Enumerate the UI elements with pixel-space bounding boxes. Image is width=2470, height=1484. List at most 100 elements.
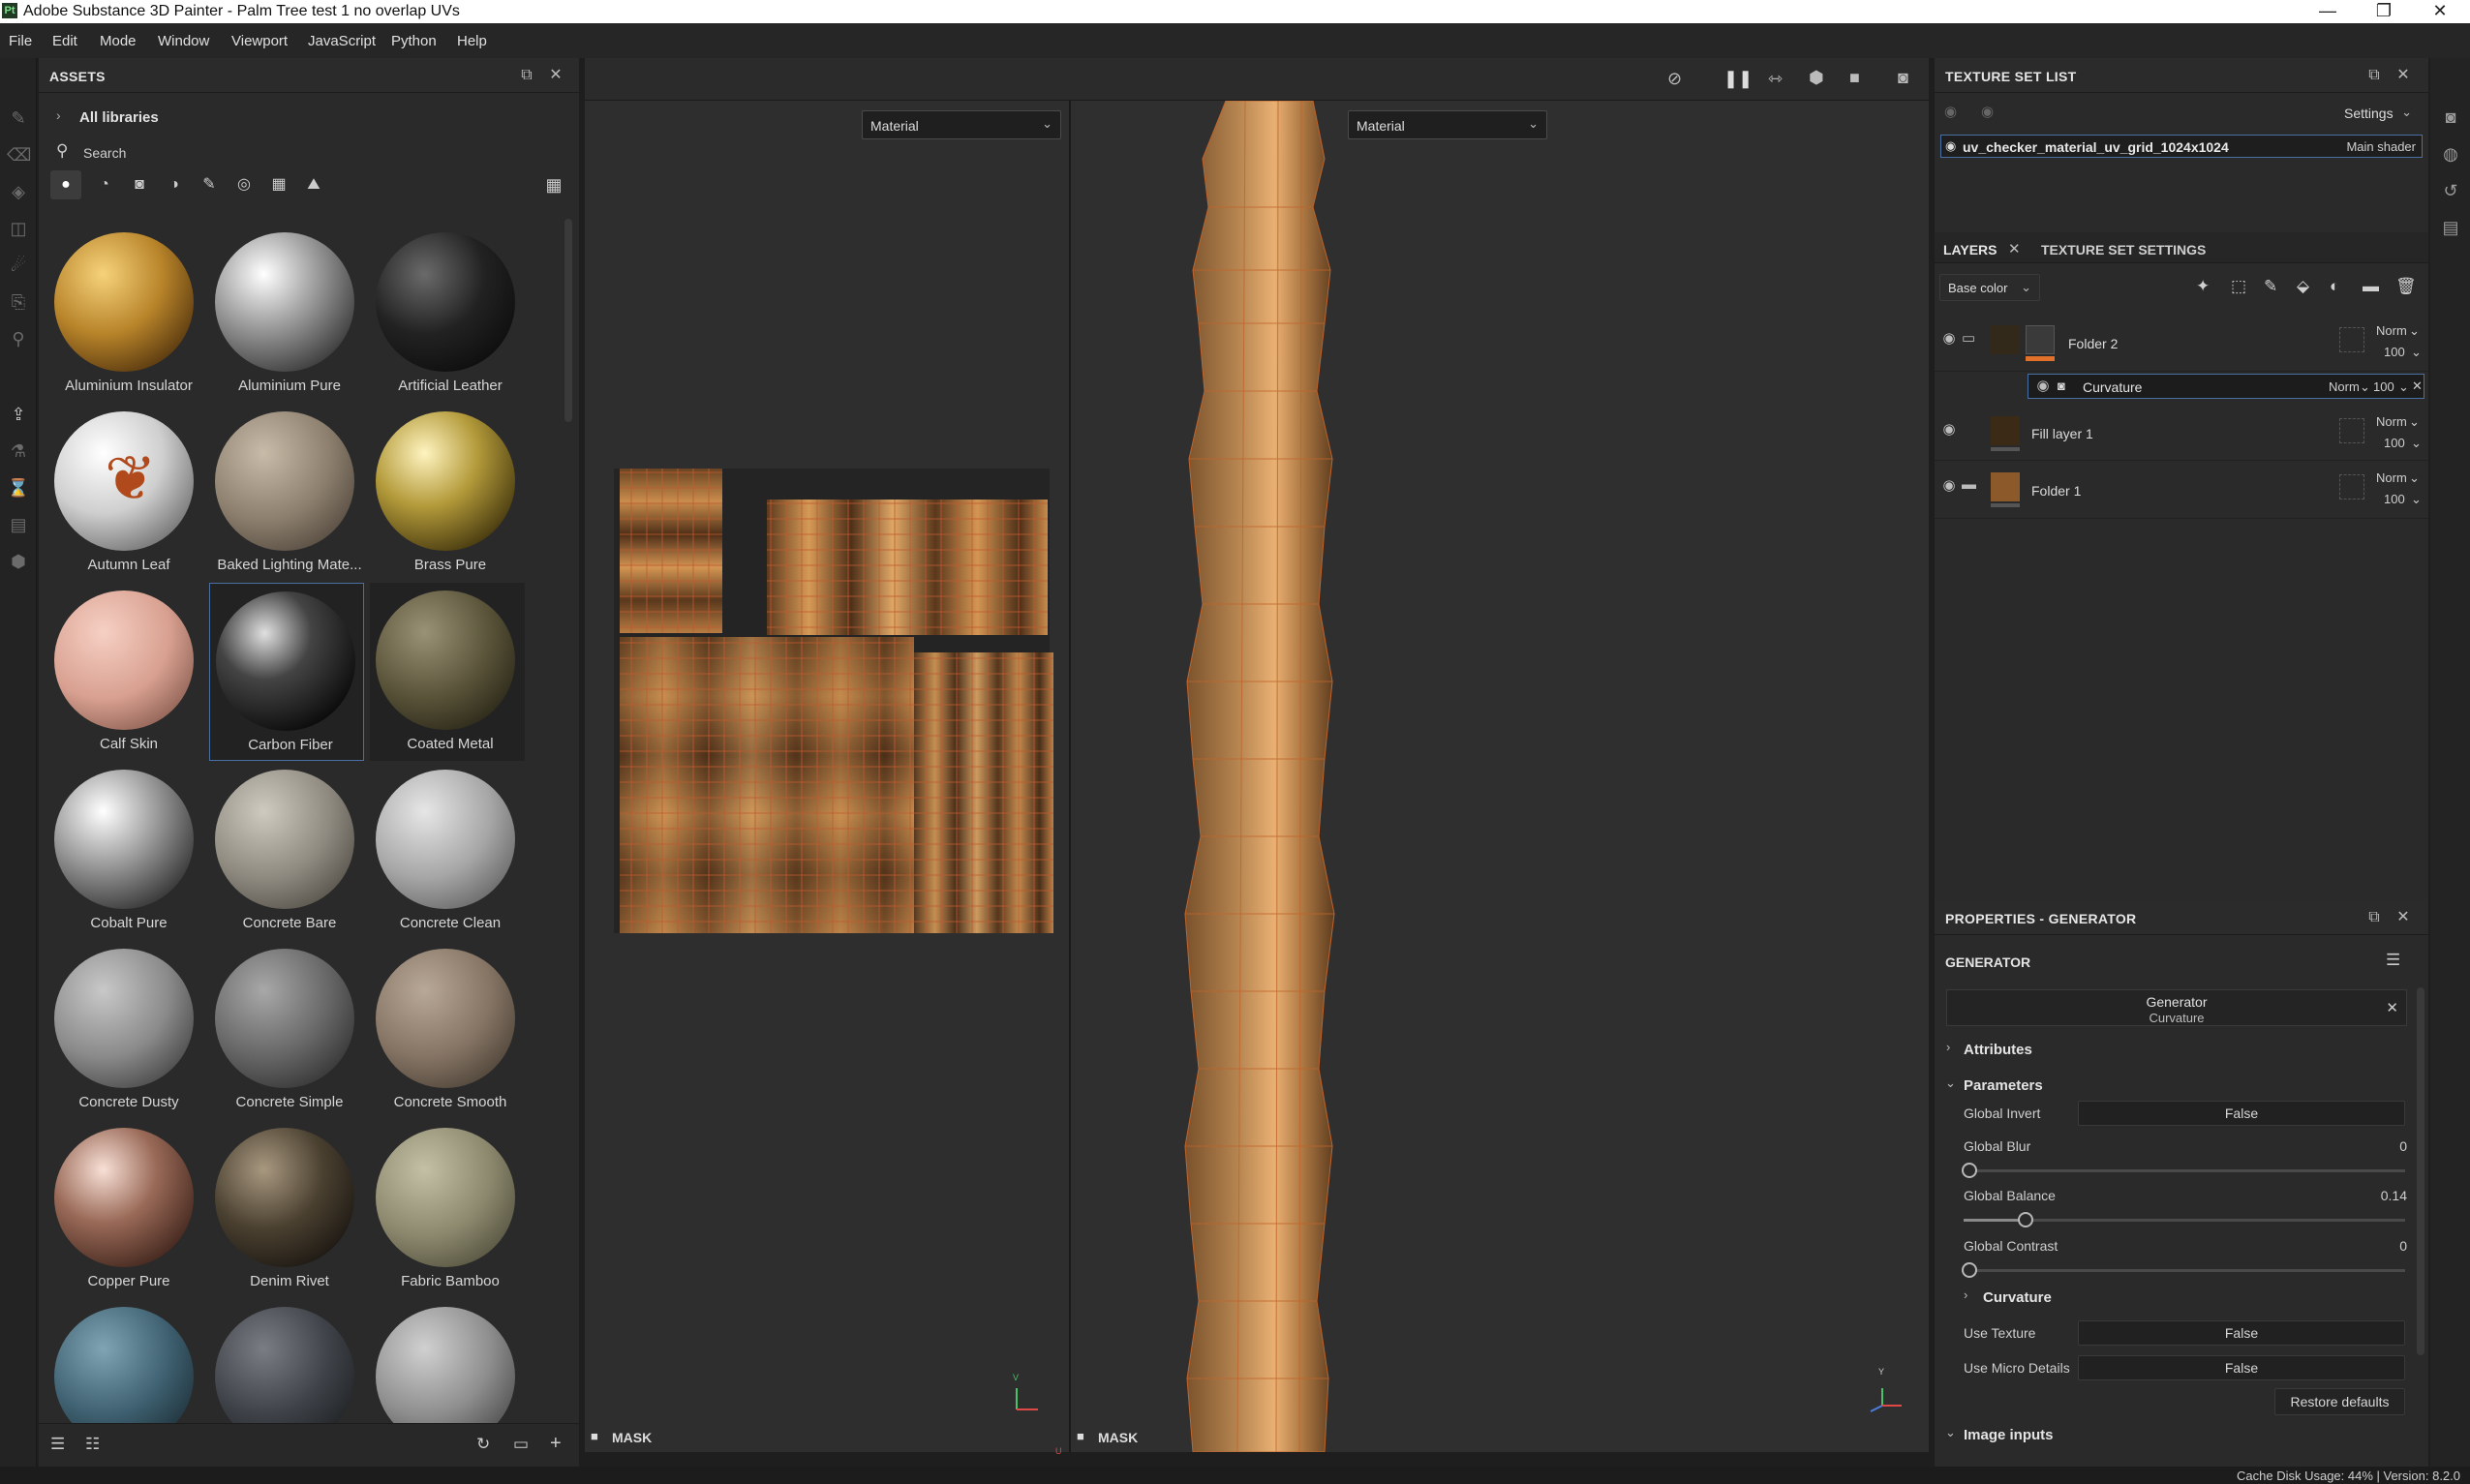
attributes-section[interactable]: Attributes (1964, 1042, 2032, 1058)
eye-icon[interactable]: ◉ (1938, 478, 1960, 494)
breadcrumb[interactable]: All libraries (79, 109, 159, 126)
add-mask-icon[interactable]: ◐ (2330, 277, 2339, 296)
global-balance-value[interactable]: 0.14 (2381, 1188, 2407, 1203)
float-panel-icon[interactable]: ⧉ (2364, 908, 2384, 927)
folder-icon[interactable]: ▭ (513, 1435, 529, 1454)
fill-layer-icon[interactable]: ⬙ (2297, 277, 2309, 296)
asset-item[interactable]: Copper Pure (48, 1120, 203, 1298)
layer-row-folder-2[interactable]: ◉ ▭ Folder 2 Norm ⌄ 100 ⌄ (1935, 316, 2428, 372)
materials-filter-icon[interactable]: ● (50, 170, 81, 199)
uv-channel-dropdown[interactable]: Material ⌄ (862, 110, 1061, 139)
pause-icon[interactable]: ❚❚ (1723, 69, 1753, 89)
global-contrast-slider[interactable] (1962, 1262, 2405, 1278)
layer-name[interactable]: Folder 2 (2068, 336, 2118, 351)
hourglass-icon[interactable]: ⌛ (7, 476, 30, 500)
texture-set-row[interactable]: ◉ uv_checker_material_uv_grid_1024x1024 … (1940, 135, 2423, 158)
search-input[interactable]: Search (83, 145, 126, 161)
view-mode-icon[interactable]: ⬢ (1809, 68, 1824, 88)
tab-layers[interactable]: LAYERS (1943, 242, 1997, 257)
visibility-icon[interactable]: ◉ (1944, 103, 1957, 120)
chevron-down-icon[interactable]: ⌄ (2409, 414, 2420, 430)
log-icon[interactable]: ▤ (2440, 217, 2461, 238)
particles-filter-icon[interactable]: ◎ (229, 170, 259, 199)
menu-viewport[interactable]: Viewport (231, 33, 288, 49)
list-detail-icon[interactable]: ☷ (85, 1435, 100, 1454)
asset-item[interactable]: Aluminium Pure (209, 225, 364, 403)
eye-icon[interactable]: ◉ (1981, 103, 1994, 120)
close-panel-icon[interactable]: ✕ (2394, 66, 2413, 85)
image-inputs-section[interactable]: Image inputs (1964, 1427, 2054, 1443)
asset-item[interactable]: Cobalt Pure (48, 762, 203, 940)
brushes-filter-icon[interactable]: ✎ (194, 170, 225, 199)
float-panel-icon[interactable]: ⧉ (2364, 66, 2384, 85)
eye-icon[interactable]: ◉ (1945, 138, 1956, 154)
view-3d[interactable]: Material ⌄ Y ■ MASK (1069, 101, 1929, 1452)
paint-brush-icon[interactable]: ✎ (7, 106, 30, 130)
layer-mask-slot[interactable] (2339, 418, 2364, 443)
menu-javascript[interactable]: JavaScript (308, 33, 376, 49)
assets-scrollbar[interactable] (564, 219, 572, 422)
asset-item[interactable]: Concrete Clean (370, 762, 525, 940)
opacity-value[interactable]: 100 (2373, 379, 2394, 394)
chevron-down-icon[interactable]: ⌄ (2411, 436, 2422, 451)
chevron-down-icon[interactable]: ⌄ (2398, 379, 2409, 395)
chevron-right-icon[interactable]: › (1964, 1287, 1967, 1302)
layer-name[interactable]: Curvature (2083, 379, 2142, 395)
magic-wand-icon[interactable]: ✦ (2196, 277, 2210, 296)
global-balance-slider[interactable] (1964, 1212, 2405, 1227)
clone-icon[interactable]: ⎘ (7, 290, 30, 314)
generator-picker[interactable]: Generator Curvature ✕ (1946, 989, 2407, 1026)
add-folder-icon[interactable]: ▬ (2363, 277, 2379, 296)
global-blur-value[interactable]: 0 (2399, 1138, 2407, 1154)
global-invert-toggle[interactable]: False (2078, 1101, 2405, 1126)
chevron-down-icon[interactable]: ⌄ (2409, 323, 2420, 339)
delete-icon[interactable]: 🗑 (2395, 277, 2417, 296)
global-contrast-value[interactable]: 0 (2399, 1238, 2407, 1254)
projection-icon[interactable]: ◈ (7, 180, 30, 203)
grid-view-icon[interactable]: ▦ (540, 170, 567, 199)
screenshot-icon[interactable]: ◙ (1898, 68, 1908, 88)
eye-icon[interactable]: ◉ (1938, 331, 1960, 347)
chevron-down-icon[interactable]: ⌄ (2360, 379, 2370, 395)
asset-item[interactable]: Carbon Fiber (209, 583, 364, 761)
camera-icon[interactable]: ■ (1849, 68, 1860, 88)
parameters-section[interactable]: Parameters (1964, 1077, 2043, 1094)
use-texture-toggle[interactable]: False (2078, 1320, 2405, 1346)
asset-item[interactable]: Brass Pure (370, 404, 525, 582)
properties-scrollbar[interactable] (2417, 987, 2424, 1355)
search-field[interactable]: ⚲ Search (50, 137, 567, 167)
export-icon[interactable]: ⇪ (7, 403, 30, 426)
asset-item[interactable]: Concrete Dusty (48, 941, 203, 1119)
close-panel-icon[interactable]: ✕ (2394, 908, 2413, 927)
float-panel-icon[interactable]: ⧉ (517, 66, 536, 85)
geometry-mask-icon[interactable]: ◫ (7, 217, 30, 240)
asset-item[interactable]: ❦ Autumn Leaf (48, 404, 203, 582)
uv-view[interactable]: Material ⌄ V U ■ MASK (585, 101, 1067, 1456)
layer-mask-slot[interactable] (2339, 474, 2364, 500)
asset-item[interactable]: Concrete Bare (209, 762, 364, 940)
eye-icon[interactable]: ◉ (1938, 422, 1960, 438)
blend-mode[interactable]: Norm (2376, 414, 2407, 429)
chevron-down-icon[interactable]: ⌄ (2409, 470, 2420, 486)
shader-settings-icon[interactable]: ◍ (2440, 143, 2461, 165)
display-settings-icon[interactable]: ◙ (2440, 106, 2461, 128)
menu-file[interactable]: File (9, 33, 32, 49)
list-view-icon[interactable]: ☰ (50, 1435, 65, 1454)
asset-item[interactable]: Calf Skin (48, 583, 203, 761)
add-icon[interactable]: + (550, 1433, 562, 1455)
remove-effect-icon[interactable]: ✕ (2412, 379, 2423, 394)
use-micro-details-toggle[interactable]: False (2078, 1355, 2405, 1380)
asset-item[interactable]: Fabric Bamboo (370, 1120, 525, 1298)
chevron-down-icon[interactable]: ⌄ (2411, 492, 2422, 507)
blend-mode[interactable]: Norm (2376, 470, 2407, 485)
layer-name[interactable]: Fill layer 1 (2031, 426, 2093, 441)
close-button[interactable]: ✕ (2412, 0, 2468, 23)
environments-filter-icon[interactable]: ⛰ (298, 170, 329, 199)
asset-item[interactable]: Artificial Leather (370, 225, 525, 403)
options-icon[interactable]: ☰ (2386, 951, 2400, 970)
smart-materials-filter-icon[interactable]: ◔ (89, 170, 120, 199)
close-tab-icon[interactable]: ✕ (2008, 240, 2021, 257)
menu-mode[interactable]: Mode (100, 33, 137, 49)
shelf-icon[interactable]: ⬢ (7, 550, 30, 573)
layer-row-fill-layer-1[interactable]: ◉ Fill layer 1 Norm ⌄ 100 ⌄ (1935, 405, 2428, 461)
